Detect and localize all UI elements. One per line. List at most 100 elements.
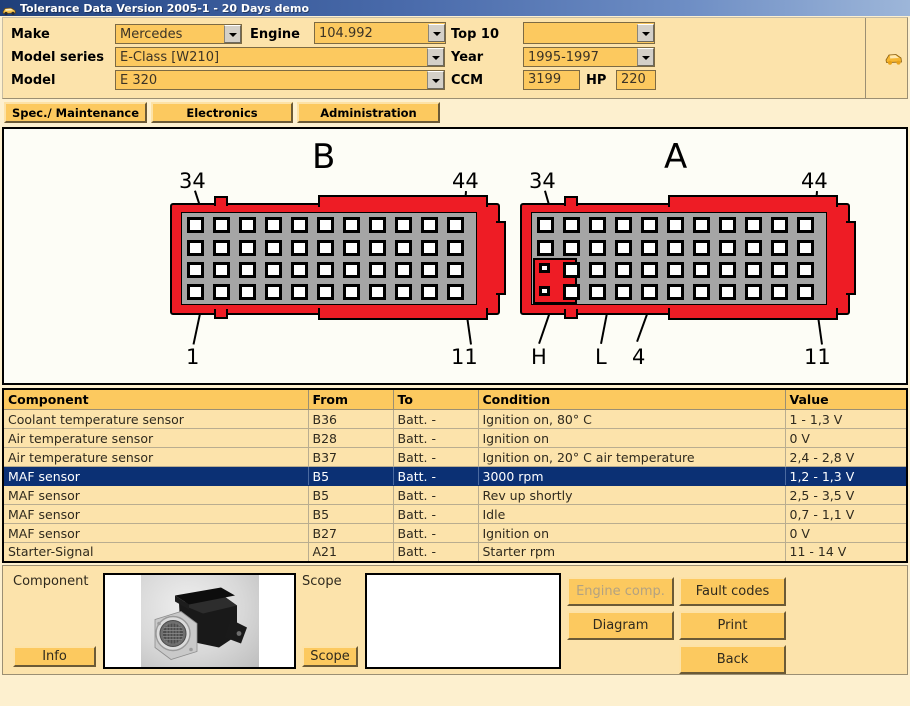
diagram-button[interactable]: Diagram [567,610,674,640]
cell-condition: Ignition on, 20° C air temperature [478,447,786,467]
scope-display[interactable] [365,572,561,669]
cell-condition: 3000 rpm [478,466,786,486]
connector-b-pin-44: 44 [452,169,479,193]
cell-from: B5 [308,466,394,486]
connector-a-pin-h: H [531,345,547,369]
table-row-selected[interactable]: MAF sensor B5 Batt. - 3000 rpm 1,2 - 1,3… [3,466,907,486]
cell-from: B37 [308,447,394,467]
chevron-down-icon[interactable] [428,24,445,42]
cell-component: Air temperature sensor [3,428,309,448]
cell-component: MAF sensor [3,485,309,505]
cell-condition: Ignition on, 80° C [478,409,786,429]
cell-to: Batt. - [393,542,479,562]
connector-a-pin-l-highlighted [539,286,550,296]
hp-label: HP [586,73,607,88]
connector-b-pin-1: 1 [186,345,200,369]
cell-condition: Ignition on [478,523,786,543]
scope-button[interactable]: Scope [302,645,358,667]
tab-administration[interactable]: Administration [297,102,440,123]
cell-component: MAF sensor [3,504,309,524]
connector-b-label: B [312,137,336,177]
make-label: Make [11,27,50,42]
column-header-to[interactable]: To [393,389,479,410]
connector-a-body [520,195,856,320]
print-button[interactable]: Print [679,610,786,640]
cell-value: 2,5 - 3,5 V [785,485,907,505]
window-titlebar: Tolerance Data Version 2005-1 - 20 Days … [0,0,910,16]
table-row[interactable]: Starter-Signal A21 Batt. - Starter rpm 1… [3,542,907,562]
cell-to: Batt. - [393,523,479,543]
car-icon [2,2,17,15]
cell-to: Batt. - [393,409,479,429]
window-title: Tolerance Data Version 2005-1 - 20 Days … [20,1,310,15]
component-image[interactable] [103,572,296,669]
chevron-down-icon[interactable] [637,48,654,66]
chevron-down-icon[interactable] [224,25,241,43]
chevron-down-icon[interactable] [427,48,444,66]
engine-label: Engine [250,27,300,42]
fault-codes-button[interactable]: Fault codes [679,576,786,606]
cell-component: Coolant temperature sensor [3,409,309,429]
maf-sensor-photo [140,574,259,667]
connector-a-pin-l: L [595,345,607,369]
cell-from: B5 [308,485,394,505]
cell-to: Batt. - [393,504,479,524]
chevron-down-icon[interactable] [637,24,654,42]
detail-panel: Component Info Scope Scope Engine comp. … [2,564,908,675]
table-row[interactable]: MAF sensor B27 Batt. - Ignition on 0 V [3,523,907,543]
make-combo[interactable]: Mercedes [115,24,242,44]
connector-a-pin-34: 34 [529,169,556,193]
model-combo[interactable]: E 320 [115,70,445,90]
component-label: Component [13,573,89,589]
measurement-table: Component From To Condition Value Coolan… [2,388,908,563]
table-row[interactable]: MAF sensor B5 Batt. - Idle 0,7 - 1,1 V [3,504,907,524]
connector-a-pin-4: 4 [632,345,646,369]
model-series-combo[interactable]: E-Class [W210] [115,47,445,67]
cell-value: 0,7 - 1,1 V [785,504,907,524]
connector-b-pin-34: 34 [179,169,206,193]
table-row[interactable]: Air temperature sensor B37 Batt. - Ignit… [3,447,907,467]
column-header-from[interactable]: From [308,389,394,410]
year-combo[interactable]: 1995-1997 [523,47,655,67]
cell-from: B5 [308,504,394,524]
top10-combo[interactable] [523,22,655,44]
chevron-down-icon[interactable] [427,71,444,89]
column-header-component[interactable]: Component [3,389,309,410]
connector-a-pin-44: 44 [801,169,828,193]
model-series-value: E-Class [W210] [120,49,220,65]
cell-from: A21 [308,542,394,562]
cell-value: 0 V [785,523,907,543]
cell-condition: Ignition on [478,428,786,448]
table-header-row: Component From To Condition Value [3,389,907,410]
ccm-field[interactable]: 3199 [523,70,580,90]
engine-comp-button[interactable]: Engine comp. [567,576,674,606]
cell-to: Batt. - [393,466,479,486]
engine-combo[interactable]: 104.992 [314,22,446,44]
tab-spec-maintenance[interactable]: Spec./ Maintenance [4,102,147,123]
cell-to: Batt. - [393,447,479,467]
table-row[interactable]: Coolant temperature sensor B36 Batt. - I… [3,409,907,429]
cell-component: MAF sensor [3,523,309,543]
ccm-label: CCM [451,73,484,88]
table-row[interactable]: MAF sensor B5 Batt. - Rev up shortly 2,5… [3,485,907,505]
cell-condition: Rev up shortly [478,485,786,505]
cell-value: 1,2 - 1,3 V [785,466,907,486]
connector-a-pin-grid [531,212,827,305]
column-header-condition[interactable]: Condition [478,389,786,410]
vehicle-selector-panel: Make Mercedes Model series E-Class [W210… [2,17,908,99]
connector-a-pin-h-highlighted [539,263,550,273]
car-thumbnail-icon [883,48,902,68]
connector-pinout-diagram: B 34 44 1 11 A 34 44 H L 4 11 [2,127,908,385]
table-row[interactable]: Air temperature sensor B28 Batt. - Ignit… [3,428,907,448]
cell-from: B27 [308,523,394,543]
info-button[interactable]: Info [13,645,96,667]
cell-from: B28 [308,428,394,448]
column-header-value[interactable]: Value [785,389,907,410]
cell-value: 0 V [785,428,907,448]
tab-electronics[interactable]: Electronics [151,102,293,123]
cell-condition: Idle [478,504,786,524]
hp-field[interactable]: 220 [616,70,656,90]
connector-b-pin-grid [181,212,477,305]
back-button[interactable]: Back [679,644,786,674]
connector-b-pin-11: 11 [451,345,478,369]
